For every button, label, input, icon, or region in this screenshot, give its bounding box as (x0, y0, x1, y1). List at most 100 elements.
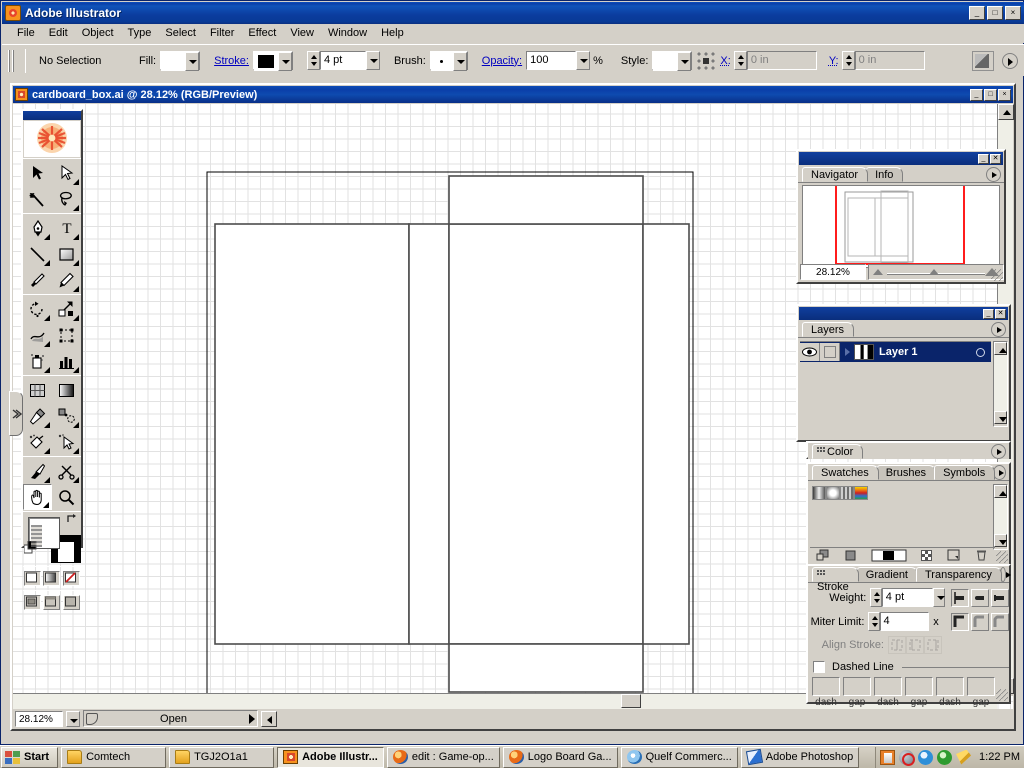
live-paint-selection-tool[interactable] (52, 429, 81, 455)
selection-tool[interactable] (23, 160, 52, 186)
document-minimize-button[interactable]: _ (970, 89, 983, 101)
fill-dropdown-arrow-icon[interactable] (185, 52, 199, 71)
menu-item-view[interactable]: View (283, 25, 321, 41)
stroke-label[interactable]: Stroke: (214, 55, 249, 67)
stroke-weight-dropdown-arrow-icon[interactable] (366, 51, 380, 70)
stroke-weight-control[interactable]: 4 pt (307, 51, 380, 70)
zoom-level-input[interactable]: 28.12% (15, 711, 63, 727)
magic-wand-tool[interactable] (23, 186, 52, 212)
full-screen-mode-icon[interactable] (63, 595, 80, 610)
swatches-panel-menu-icon[interactable] (993, 465, 1006, 480)
swatches-scroll-down-arrow-icon[interactable] (994, 534, 1007, 547)
tab-swatches[interactable]: Swatches (812, 465, 879, 480)
palette-menu-arrow-icon[interactable] (1002, 53, 1018, 69)
layers-close-button[interactable]: ✕ (995, 309, 1006, 319)
shield-icon[interactable] (937, 750, 952, 765)
layers-scroll-down-arrow-icon[interactable] (994, 411, 1007, 424)
menu-item-select[interactable]: Select (158, 25, 203, 41)
panel-grip-icon[interactable] (817, 570, 825, 579)
menu-item-filter[interactable]: Filter (203, 25, 241, 41)
layers-scroll-up-arrow-icon[interactable] (994, 342, 1007, 355)
miter-input[interactable]: 4 (880, 612, 929, 631)
tab-navigator[interactable]: Navigator (802, 167, 868, 182)
brush-control[interactable] (430, 51, 468, 70)
swatches-vertical-scrollbar[interactable] (993, 484, 1008, 550)
menu-item-effect[interactable]: Effect (241, 25, 283, 41)
layers-vertical-scrollbar[interactable] (993, 341, 1008, 427)
none-mode-icon[interactable] (63, 571, 80, 586)
opacity-dropdown-arrow-icon[interactable] (576, 51, 590, 70)
zoom-slider-thumb-icon[interactable] (929, 269, 939, 275)
weight-stepper[interactable] (870, 588, 881, 607)
toolbox-title-bar[interactable] (23, 111, 81, 120)
round-cap-icon[interactable] (971, 589, 989, 607)
document-restore-button[interactable]: □ (984, 89, 997, 101)
status-menu-arrow-icon[interactable] (249, 714, 255, 724)
warp-tool[interactable] (23, 322, 52, 348)
left-panel[interactable] (215, 224, 409, 644)
navigator-zoom-slider[interactable] (868, 264, 1004, 280)
scroll-up-arrow-icon[interactable] (998, 104, 1014, 120)
stroke-resize-grip[interactable] (996, 689, 1008, 701)
menu-item-edit[interactable]: Edit (42, 25, 75, 41)
new-swatch-icon[interactable] (946, 549, 961, 562)
disc-icon[interactable] (918, 750, 933, 765)
x-coordinate-stepper[interactable] (734, 51, 747, 70)
navigator-close-button[interactable]: ✕ (990, 154, 1001, 164)
blend-tool[interactable] (52, 403, 81, 429)
dash-input-3[interactable] (905, 677, 933, 696)
zoom-tool[interactable] (52, 484, 81, 510)
volume-muted-icon[interactable] (899, 750, 914, 765)
swatches-resize-grip[interactable] (996, 551, 1008, 563)
bottom-flap[interactable] (449, 644, 643, 692)
dash-input-0[interactable] (812, 677, 840, 696)
stroke-color-swatch[interactable] (254, 52, 278, 71)
tab-transparency[interactable]: Transparency (916, 567, 1002, 582)
style-dropdown-arrow-icon[interactable] (677, 52, 691, 71)
front-panel[interactable] (449, 224, 643, 644)
swatch-options-icon[interactable] (871, 549, 907, 562)
bevel-join-icon[interactable] (991, 613, 1009, 631)
swatch-grid[interactable] (812, 486, 980, 500)
style-preview-swatch[interactable] (653, 52, 677, 71)
tab-layers[interactable]: Layers (802, 322, 854, 337)
scissors-tool[interactable] (52, 458, 81, 484)
layers-panel-menu-icon[interactable] (991, 322, 1006, 337)
new-color-group-icon[interactable] (919, 549, 934, 562)
tab-brushes[interactable]: Brushes (877, 465, 936, 480)
miter-join-icon[interactable] (951, 613, 969, 631)
type-tool[interactable]: T (52, 215, 81, 241)
document-setup-icon[interactable] (972, 51, 994, 71)
pen-tool[interactable] (23, 215, 52, 241)
fill-swatch-control[interactable] (160, 51, 200, 70)
navigator-title-bar[interactable]: _ ✕ (799, 152, 1003, 165)
opacity-label[interactable]: Opacity: (482, 55, 522, 67)
full-screen-with-menu-mode-icon[interactable] (43, 595, 60, 610)
layers-scroll-track[interactable] (994, 355, 1007, 411)
standard-screen-mode-icon[interactable] (24, 595, 41, 610)
fill-color-swatch[interactable] (161, 52, 185, 71)
symbol-sprayer-tool[interactable] (23, 348, 52, 374)
color-panel-menu-icon[interactable] (991, 444, 1006, 459)
eye-icon[interactable] (800, 343, 820, 361)
start-button[interactable]: Start (1, 747, 58, 768)
x-coordinate-control[interactable]: 0 in (734, 51, 817, 70)
rectangle-tool[interactable] (52, 241, 81, 267)
menu-item-help[interactable]: Help (374, 25, 411, 41)
x-coordinate-input[interactable]: 0 in (747, 51, 817, 70)
hand-tool[interactable] (23, 484, 52, 510)
weight-input[interactable]: 4 pt (882, 588, 933, 607)
stroke-weight-input[interactable]: 4 pt (320, 51, 366, 70)
control-bar-grip[interactable] (8, 50, 16, 72)
zoom-in-triangle-icon[interactable] (985, 268, 999, 276)
stroke-dropdown-arrow-icon[interactable] (278, 52, 292, 71)
layer-row[interactable]: Layer 1 (800, 342, 991, 362)
show-swatch-kinds-icon[interactable] (843, 549, 858, 562)
menu-item-type[interactable]: Type (121, 25, 159, 41)
zoom-out-triangle-icon[interactable] (873, 269, 883, 275)
tab-info[interactable]: Info (866, 167, 903, 182)
eyedropper-tool[interactable] (23, 403, 52, 429)
tab-gradient[interactable]: Gradient (857, 567, 918, 582)
brush-preview-swatch[interactable] (431, 52, 453, 71)
layers-list[interactable]: Layer 1 (800, 341, 991, 426)
